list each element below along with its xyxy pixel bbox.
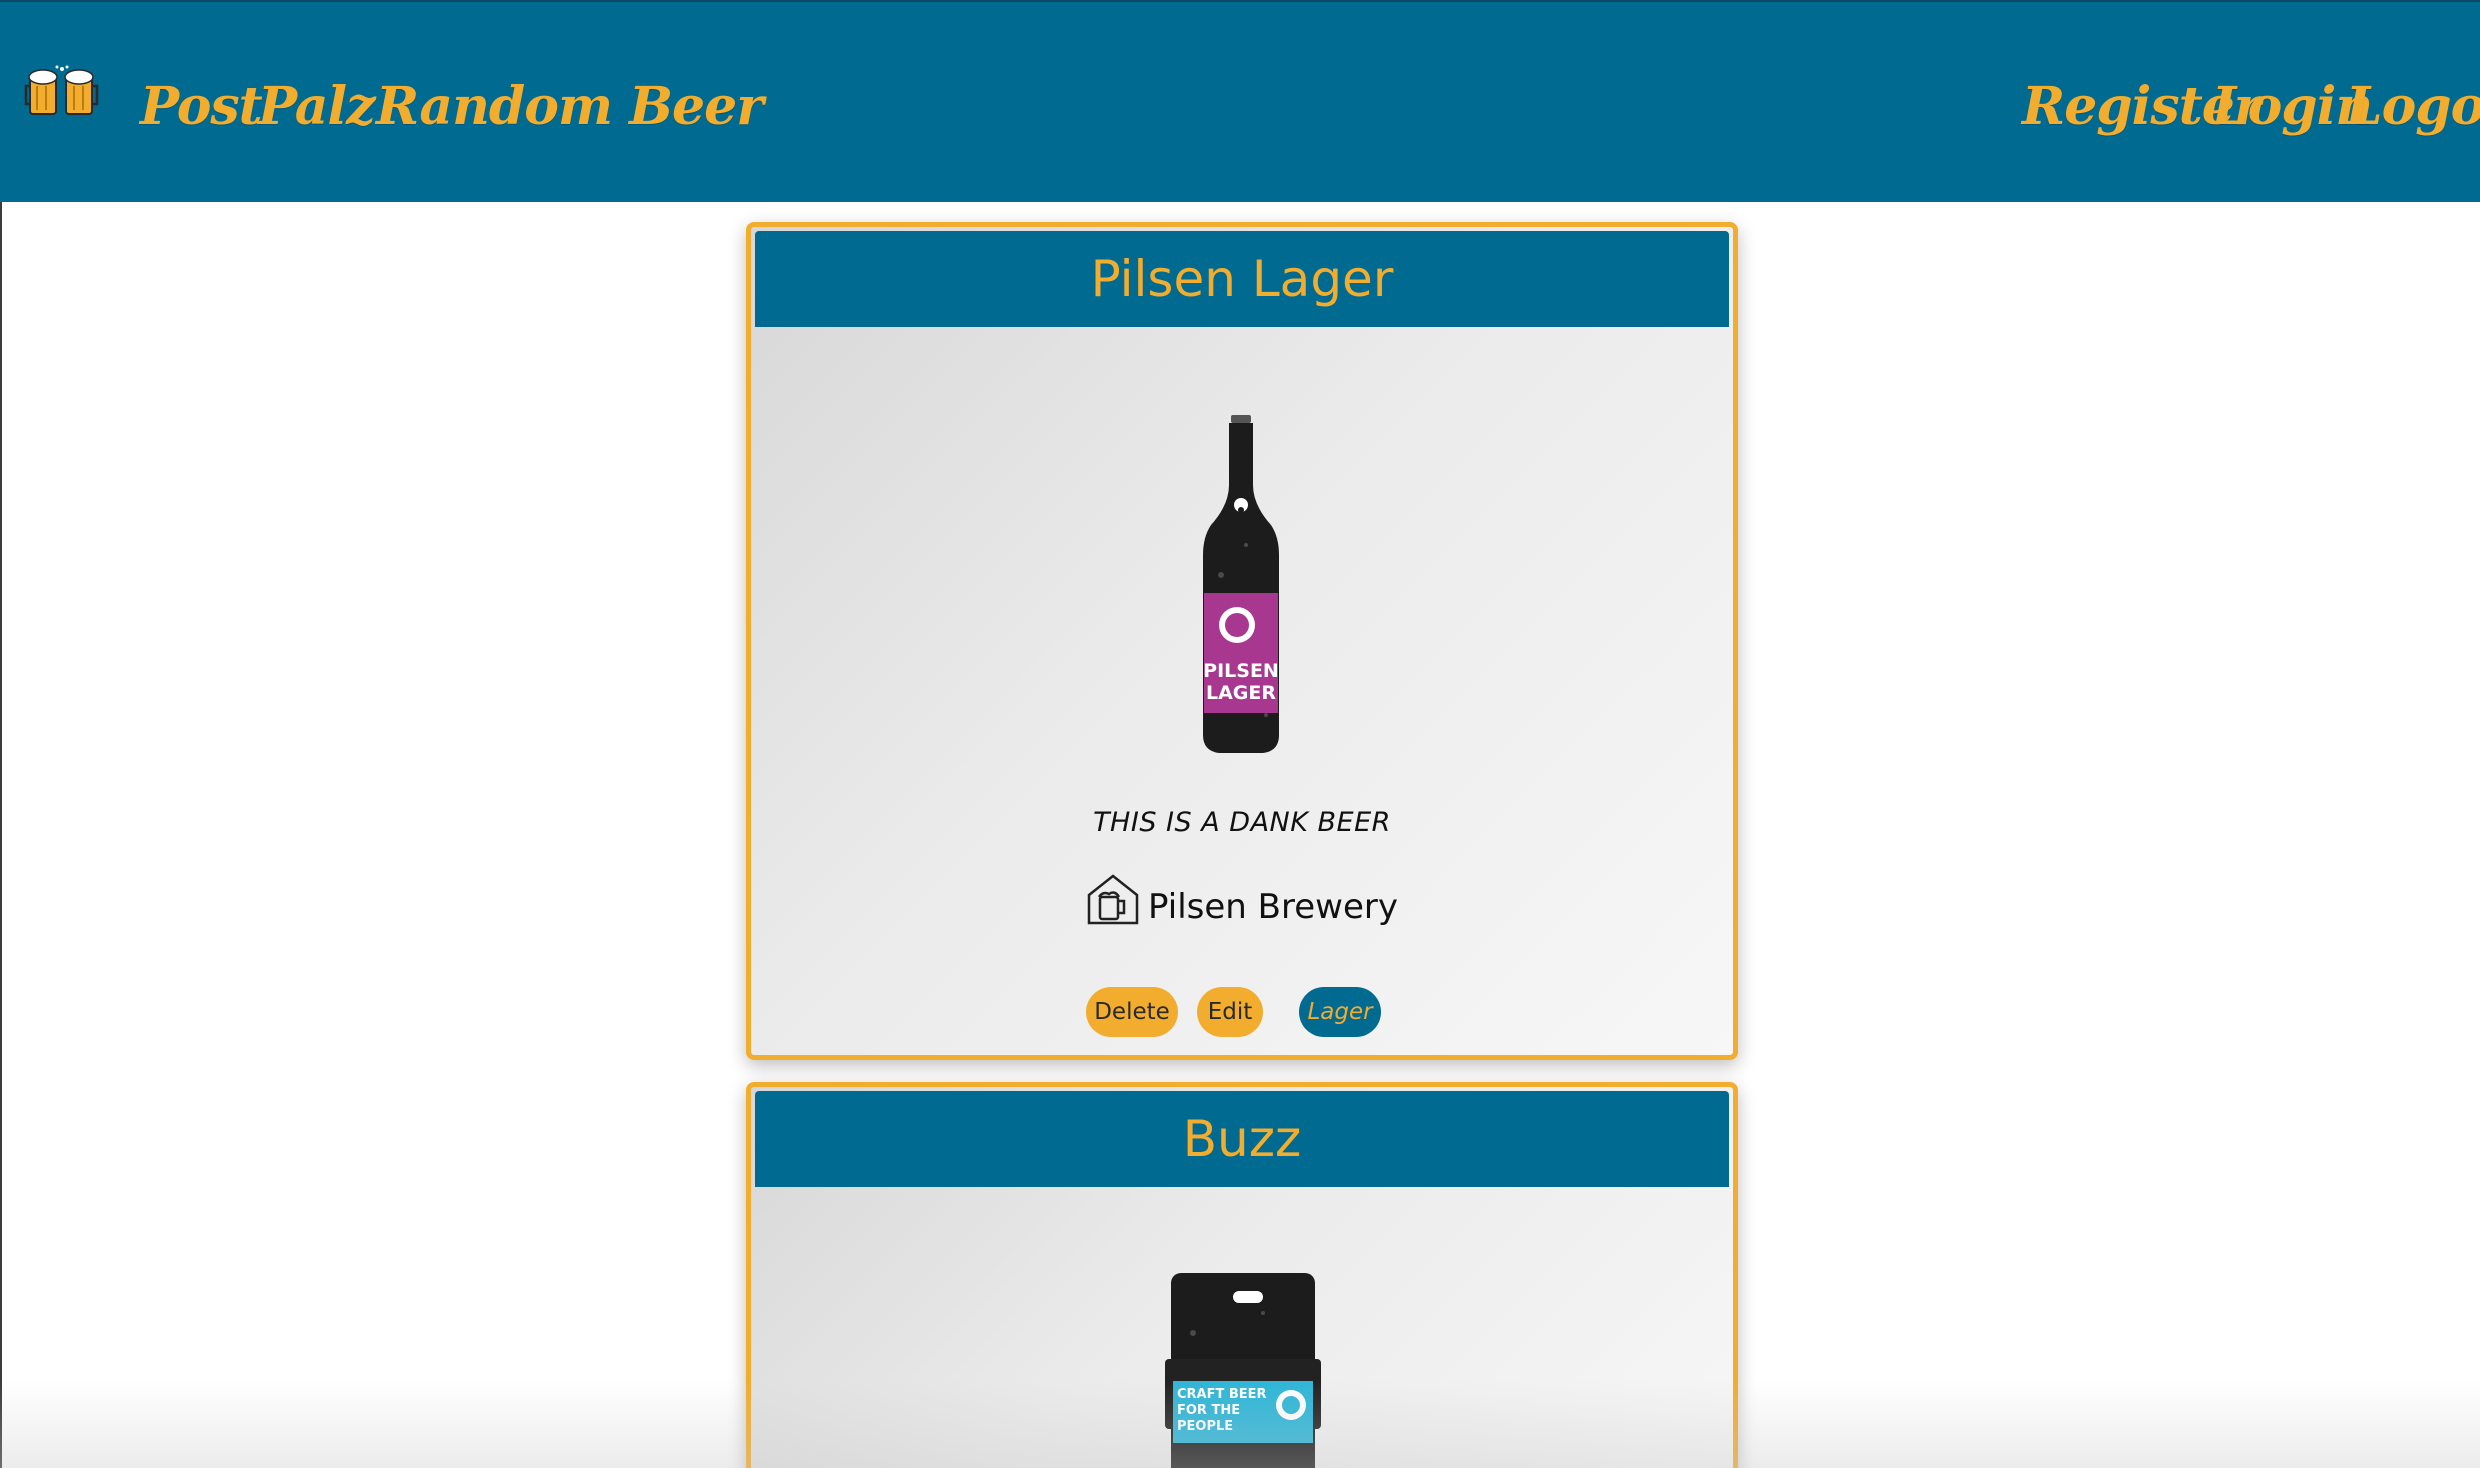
beer-can-image: CRAFT BEER FOR THE PEOPLE (1165, 1273, 1321, 1468)
brewery-info: Pilsen Brewery (751, 873, 1733, 937)
beer-style-tag[interactable]: Lager (1299, 987, 1381, 1037)
nav-link-random-beer[interactable]: Random Beer (376, 72, 764, 142)
edit-button[interactable]: Edit (1197, 987, 1263, 1037)
beer-description: THIS IS A DANK BEER (1093, 807, 1391, 838)
beer-card-title: Buzz (755, 1091, 1729, 1187)
bottle-label-line-2: LAGER (1206, 682, 1276, 704)
page-edge (0, 202, 2, 1468)
nav-link-palz[interactable]: Palz (258, 72, 376, 142)
page: Post Palz Random Beer Register Login Log… (0, 0, 2480, 1468)
beer-bottle-image: PILSEN LAGER (1203, 415, 1279, 753)
nav-link-post[interactable]: Post (140, 72, 263, 142)
can-label-line-3: PEOPLE (1177, 1419, 1233, 1434)
nav-link-logout[interactable]: Logout (2346, 72, 2480, 142)
beer-mugs-icon[interactable] (24, 64, 100, 120)
beer-card: Buzz CRAFT BEER FOR THE PEOPLE (746, 1082, 1738, 1468)
brewery-name: Pilsen Brewery (1148, 887, 1398, 927)
beer-card: Pilsen Lager PILSEN LAGER THIS IS A DANK… (746, 222, 1738, 1060)
beer-card-title: Pilsen Lager (755, 231, 1729, 327)
delete-button[interactable]: Delete (1086, 987, 1178, 1037)
brewery-icon (1087, 873, 1139, 924)
navbar: Post Palz Random Beer Register Login Log… (0, 0, 2480, 202)
can-label-line-2: FOR THE (1177, 1403, 1240, 1418)
bottle-label-line-1: PILSEN (1203, 660, 1279, 682)
can-label-line-1: CRAFT BEER (1177, 1387, 1267, 1402)
